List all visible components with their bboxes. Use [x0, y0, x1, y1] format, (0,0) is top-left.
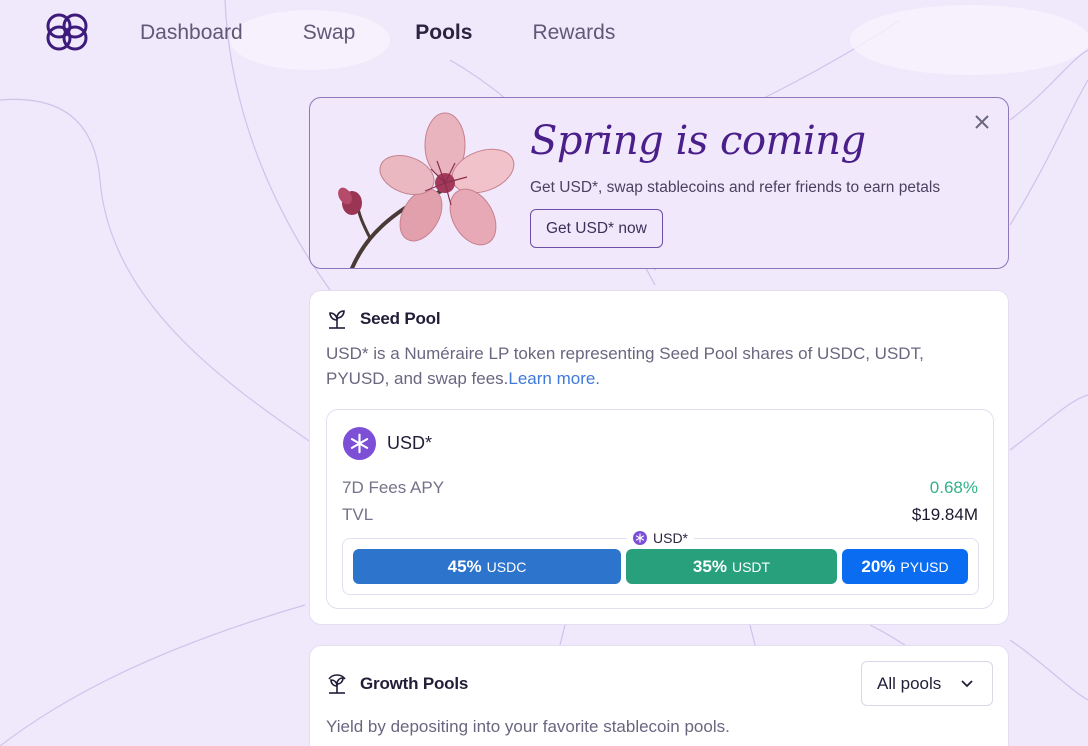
pyusd-symbol: PYUSD	[900, 558, 949, 575]
usdc-pct: 45%	[447, 556, 482, 576]
usdc-symbol: USDC	[486, 558, 527, 575]
growth-pools-header: Growth Pools	[326, 673, 468, 695]
usdt-pct: 35%	[692, 556, 727, 576]
tvl-value: $19.84M	[911, 505, 978, 524]
tvl-label: TVL	[342, 505, 374, 524]
learn-more-link[interactable]: Learn more.	[508, 369, 600, 388]
seed-pool-header: Seed Pool	[326, 308, 441, 330]
seed-pool-description: USD* is a Numéraire LP token representin…	[326, 341, 986, 391]
pool-filter-dropdown[interactable]: All pools	[861, 661, 993, 706]
composition-legend: USD*	[627, 528, 695, 548]
sprout-icon	[329, 310, 345, 329]
token-name: USD*	[387, 433, 433, 453]
apy-label: 7D Fees APY	[342, 478, 445, 497]
close-icon[interactable]	[972, 112, 992, 132]
usd-star-small-icon	[633, 531, 647, 545]
seed-pool-card: Seed Pool USD* is a Numéraire LP token r…	[309, 290, 1009, 625]
usd-star-token-icon	[342, 426, 377, 461]
tvl-row: TVL $19.84M	[342, 505, 978, 525]
nav-pools[interactable]: Pools	[415, 19, 472, 47]
usd-star-token-card[interactable]: USD* 7D Fees APY 0.68% TVL $19.84M USD*	[326, 409, 994, 609]
cherry-blossom-illustration	[338, 112, 515, 268]
main-nav: Dashboard Swap Pools Rewards	[140, 19, 675, 47]
segment-usdc[interactable]: 45% USDC	[353, 549, 621, 584]
composition-legend-label: USD*	[653, 530, 689, 546]
growth-pools-title: Growth Pools	[360, 674, 469, 693]
chevron-down-icon	[961, 680, 973, 688]
banner-subtitle: Get USD*, swap stablecoins and refer fri…	[530, 179, 941, 196]
growth-pools-description: Yield by depositing into your favorite s…	[326, 717, 730, 736]
get-usd-button[interactable]: Get USD* now	[530, 209, 663, 248]
pool-composition-bar: USD* 45% USDC 35% USDT 20% PYUSD	[342, 528, 979, 595]
usdt-symbol: USDT	[731, 558, 771, 575]
nav-rewards[interactable]: Rewards	[532, 19, 615, 47]
growth-pools-card: Growth Pools All pools Yield by depositi…	[309, 645, 1009, 746]
token-header: USD*	[342, 426, 432, 461]
segment-pyusd[interactable]: 20% PYUSD	[842, 549, 968, 584]
seed-pool-description-text: USD* is a Numéraire LP token representin…	[326, 344, 924, 388]
plant-growth-icon	[328, 674, 346, 694]
top-nav-bar: Dashboard Swap Pools Rewards	[0, 0, 1088, 66]
apy-row: 7D Fees APY 0.68%	[342, 478, 978, 498]
nav-dashboard[interactable]: Dashboard	[140, 19, 243, 47]
pyusd-pct: 20%	[861, 556, 896, 576]
segment-usdt[interactable]: 35% USDT	[626, 549, 837, 584]
nav-swap[interactable]: Swap	[303, 19, 356, 47]
promo-banner: Spring is coming Get USD*, swap stableco…	[309, 97, 1009, 269]
seed-pool-title: Seed Pool	[360, 309, 441, 328]
banner-title: Spring is coming	[530, 118, 866, 164]
apy-value: 0.68%	[929, 478, 978, 497]
pool-filter-value: All pools	[877, 673, 942, 693]
brand-logo-icon[interactable]	[42, 9, 92, 55]
